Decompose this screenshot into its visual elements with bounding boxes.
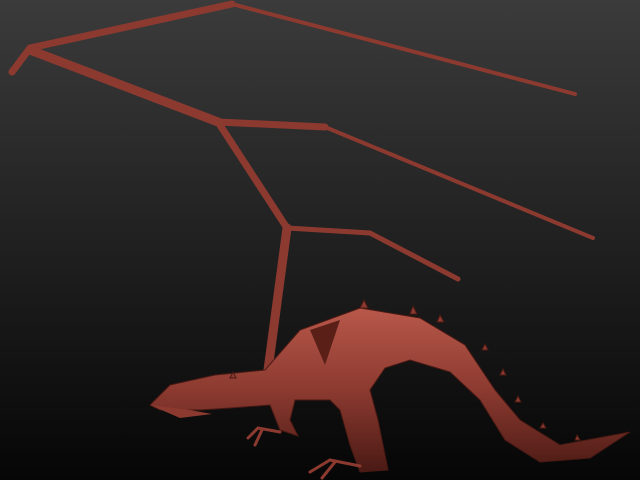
dragon-render <box>0 0 640 480</box>
3d-viewport[interactable] <box>0 0 640 480</box>
